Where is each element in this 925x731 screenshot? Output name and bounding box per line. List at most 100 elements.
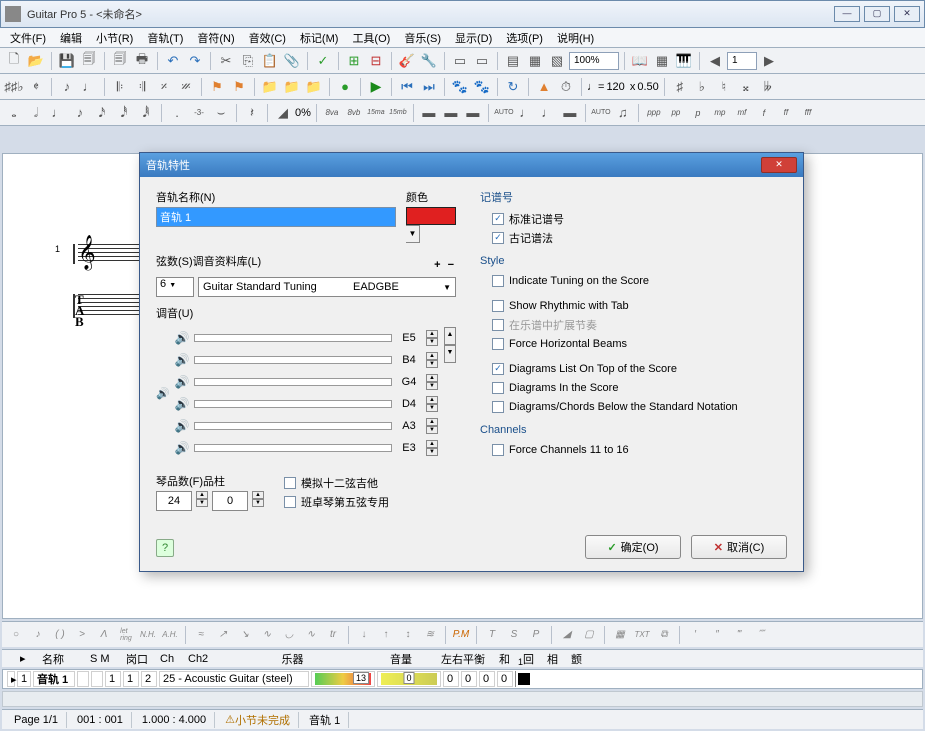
show-rhythmic-checkbox[interactable] bbox=[492, 300, 504, 312]
paw1-icon[interactable]: 🐾 bbox=[450, 77, 470, 97]
note-spinner[interactable]: ▲▼ bbox=[426, 396, 438, 412]
redo-icon[interactable]: ↷ bbox=[185, 51, 205, 71]
fx6-icon[interactable]: ≈ bbox=[191, 625, 211, 645]
layout1-icon[interactable]: ▤ bbox=[503, 51, 523, 71]
frets-input[interactable] bbox=[156, 491, 192, 511]
fx8-icon[interactable]: ↘ bbox=[235, 625, 255, 645]
speaker-icon[interactable]: 🔊 bbox=[174, 397, 190, 411]
ok-button[interactable]: ✓确定(O) bbox=[585, 535, 681, 559]
speaker-icon[interactable]: 🔊 bbox=[174, 419, 190, 433]
play-all-icon[interactable]: 🔊 bbox=[156, 387, 174, 400]
track-row[interactable]: ▸ 1 音轨 1 1 1 2 25 - Acoustic Guitar (ste… bbox=[2, 669, 923, 689]
dot-icon[interactable]: . bbox=[167, 103, 187, 123]
eighth-note-icon[interactable]: ♪ bbox=[70, 103, 90, 123]
8va-icon[interactable]: 8va bbox=[322, 103, 342, 123]
tre-cell[interactable]: 0 bbox=[497, 671, 513, 687]
diagrams-inscore-checkbox[interactable] bbox=[492, 382, 504, 394]
menu-music[interactable]: 音乐(S) bbox=[398, 28, 447, 48]
undo-icon[interactable]: ↶ bbox=[163, 51, 183, 71]
metronome-icon[interactable]: ▲ bbox=[534, 77, 554, 97]
tuning-preset-combo[interactable]: Guitar Standard Tuning EADGBE ▼ bbox=[198, 277, 456, 297]
auto1-icon[interactable]: AUTO bbox=[494, 103, 514, 123]
indicate-tuning-checkbox[interactable] bbox=[492, 275, 504, 287]
pha-cell[interactable]: 0 bbox=[479, 671, 495, 687]
fx15-icon[interactable]: ↕ bbox=[398, 625, 418, 645]
save-icon[interactable]: 💾 bbox=[57, 51, 77, 71]
speaker-icon[interactable]: 🔊 bbox=[174, 375, 190, 389]
view1-icon[interactable]: ▭ bbox=[450, 51, 470, 71]
capo-spinner[interactable]: ▲▼ bbox=[252, 491, 264, 507]
cho-cell[interactable]: 0 bbox=[461, 671, 477, 687]
dialog-close-button[interactable]: ✕ bbox=[761, 157, 797, 173]
speaker-icon[interactable]: 🔊 bbox=[174, 441, 190, 455]
fx10-icon[interactable]: ◡ bbox=[279, 625, 299, 645]
repeat2-icon[interactable]: 𝄇 bbox=[132, 77, 152, 97]
fx13-icon[interactable]: ↓ bbox=[354, 625, 374, 645]
instrument-cell[interactable]: 25 - Acoustic Guitar (steel) bbox=[159, 671, 309, 687]
tuplet-icon[interactable]: -3- bbox=[189, 103, 209, 123]
piano-icon[interactable]: 🎹 bbox=[674, 51, 694, 71]
p-icon[interactable]: p bbox=[688, 103, 708, 123]
ch2-cell[interactable]: 2 bbox=[141, 671, 157, 687]
clip-icon[interactable]: 📎 bbox=[282, 51, 302, 71]
fx14-icon[interactable]: ↑ bbox=[376, 625, 396, 645]
color-swatch[interactable] bbox=[406, 207, 456, 225]
string-slider[interactable] bbox=[194, 400, 392, 408]
note-spinner[interactable]: ▲▼ bbox=[426, 330, 438, 346]
tool-icon[interactable]: 🔧 bbox=[419, 51, 439, 71]
mp-icon[interactable]: mp bbox=[710, 103, 730, 123]
tempo-value[interactable]: 120 bbox=[606, 81, 624, 93]
beam2-icon[interactable]: ▬ bbox=[441, 103, 461, 123]
fx2-icon[interactable]: ♪ bbox=[28, 625, 48, 645]
tie-icon[interactable]: ⌣ bbox=[211, 103, 231, 123]
sharp-flat-icon[interactable]: ♯♯♭ bbox=[4, 77, 24, 97]
port-cell[interactable]: 1 bbox=[105, 671, 121, 687]
stem2-icon[interactable]: ♩ bbox=[538, 103, 558, 123]
repeat3-icon[interactable]: 𝄎 bbox=[154, 77, 174, 97]
fx21-icon[interactable]: ‴ bbox=[729, 625, 749, 645]
menu-edit[interactable]: 编辑 bbox=[54, 28, 88, 48]
fx5-icon[interactable]: Λ bbox=[94, 625, 114, 645]
menu-note[interactable]: 音符(N) bbox=[191, 28, 240, 48]
menu-marker[interactable]: 标记(M) bbox=[294, 28, 345, 48]
rest-icon[interactable]: 𝄽 bbox=[242, 103, 262, 123]
layout2-icon[interactable]: ▦ bbox=[525, 51, 545, 71]
beam4-icon[interactable]: ▬ bbox=[560, 103, 580, 123]
saveas-icon[interactable]: 🗐 bbox=[79, 51, 99, 71]
diagrams-top-checkbox[interactable]: ✓ bbox=[492, 363, 504, 375]
add-bar-icon[interactable]: ⊞ bbox=[344, 51, 364, 71]
speaker-icon[interactable]: 🔊 bbox=[174, 353, 190, 367]
del-bar-icon[interactable]: ⊟ bbox=[366, 51, 386, 71]
speaker-icon[interactable]: 🔊 bbox=[174, 331, 190, 345]
half-note-icon[interactable]: 𝅗𝅥 bbox=[26, 103, 46, 123]
chord-icon[interactable]: ▦ bbox=[610, 625, 630, 645]
guitar-icon[interactable]: 🎸 bbox=[397, 51, 417, 71]
track-indicator[interactable]: ▸ bbox=[7, 671, 15, 687]
whole-note-icon[interactable]: 𝅝 bbox=[4, 103, 24, 123]
fx12-icon[interactable]: tr bbox=[323, 625, 343, 645]
mf-icon[interactable]: mf bbox=[732, 103, 752, 123]
folder1-icon[interactable]: 📁 bbox=[260, 77, 280, 97]
pan-cell[interactable] bbox=[377, 671, 441, 687]
page-field[interactable] bbox=[727, 52, 757, 70]
layout3-icon[interactable]: ▧ bbox=[547, 51, 567, 71]
dialog-titlebar[interactable]: 音轨特性 ✕ bbox=[140, 153, 803, 177]
minimize-button[interactable]: — bbox=[834, 6, 860, 22]
menu-tool[interactable]: 工具(O) bbox=[346, 28, 396, 48]
string-slider[interactable] bbox=[194, 378, 392, 386]
quarter-note-icon[interactable]: ♩ bbox=[48, 103, 68, 123]
nh-icon[interactable]: N.H. bbox=[138, 625, 158, 645]
strings-plusminus[interactable]: + − bbox=[434, 259, 456, 271]
paw2-icon[interactable]: 🐾 bbox=[472, 77, 492, 97]
note1-icon[interactable]: ♪ bbox=[57, 77, 77, 97]
string-slider[interactable] bbox=[194, 334, 392, 342]
folder3-icon[interactable]: 📁 bbox=[304, 77, 324, 97]
menu-option[interactable]: 选项(P) bbox=[500, 28, 549, 48]
menu-view[interactable]: 显示(D) bbox=[449, 28, 498, 48]
cut-icon[interactable]: ✂ bbox=[216, 51, 236, 71]
color-dropdown-icon[interactable]: ▼ bbox=[406, 225, 420, 243]
rec-icon[interactable]: ● bbox=[335, 77, 355, 97]
fff-icon[interactable]: fff bbox=[798, 103, 818, 123]
note-spinner[interactable]: ▲▼ bbox=[426, 352, 438, 368]
s-icon[interactable]: S bbox=[504, 625, 524, 645]
